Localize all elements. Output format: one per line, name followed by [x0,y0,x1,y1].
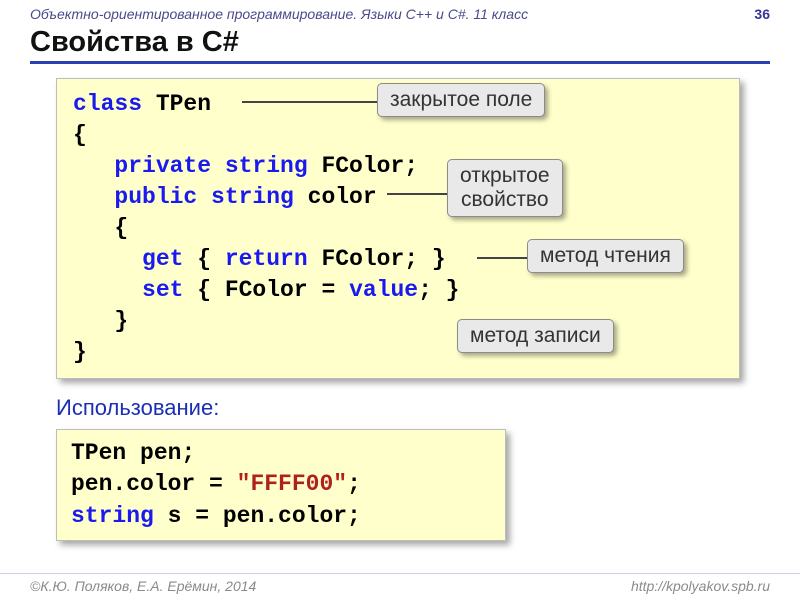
callout-private-field: закрытое поле [377,83,545,117]
slide-footer: ©К.Ю. Поляков, Е.А. Ерёмин, 2014 http://… [0,573,800,594]
authors: ©К.Ю. Поляков, Е.А. Ерёмин, 2014 [30,578,256,594]
code-content: class TPen { private string FColor; publ… [73,89,723,368]
kw-return: return [225,246,308,272]
kw-class: class [73,91,142,117]
connector-line [242,101,377,103]
kw-value: value [349,277,418,303]
code-block-usage: TPen pen; pen.color = "FFFF00"; string s… [56,429,506,540]
code-content: TPen pen; pen.color = "FFFF00"; string s… [71,438,491,531]
callout-public-property: открытое свойство [447,159,563,217]
connector-line [477,257,527,259]
string-literal: "FFFF00" [237,471,347,497]
kw-public-string: public string [73,184,294,210]
slide-title: Свойства в C# [30,26,770,64]
footer-url: http://kpolyakov.spb.ru [631,578,770,594]
kw-get: get [73,246,183,272]
usage-label: Использование: [56,395,800,421]
callout-getter: метод чтения [527,239,684,273]
page-number: 36 [754,6,770,22]
code-block-main: class TPen { private string FColor; publ… [56,78,740,379]
kw-set: set [73,277,183,303]
kw-string: string [71,503,154,529]
slide-header: Объектно-ориентированное программировани… [0,0,800,22]
connector-line [387,193,447,195]
callout-setter: метод записи [457,319,614,353]
kw-private-string: private string [73,153,308,179]
course-title: Объектно-ориентированное программировани… [30,6,528,22]
